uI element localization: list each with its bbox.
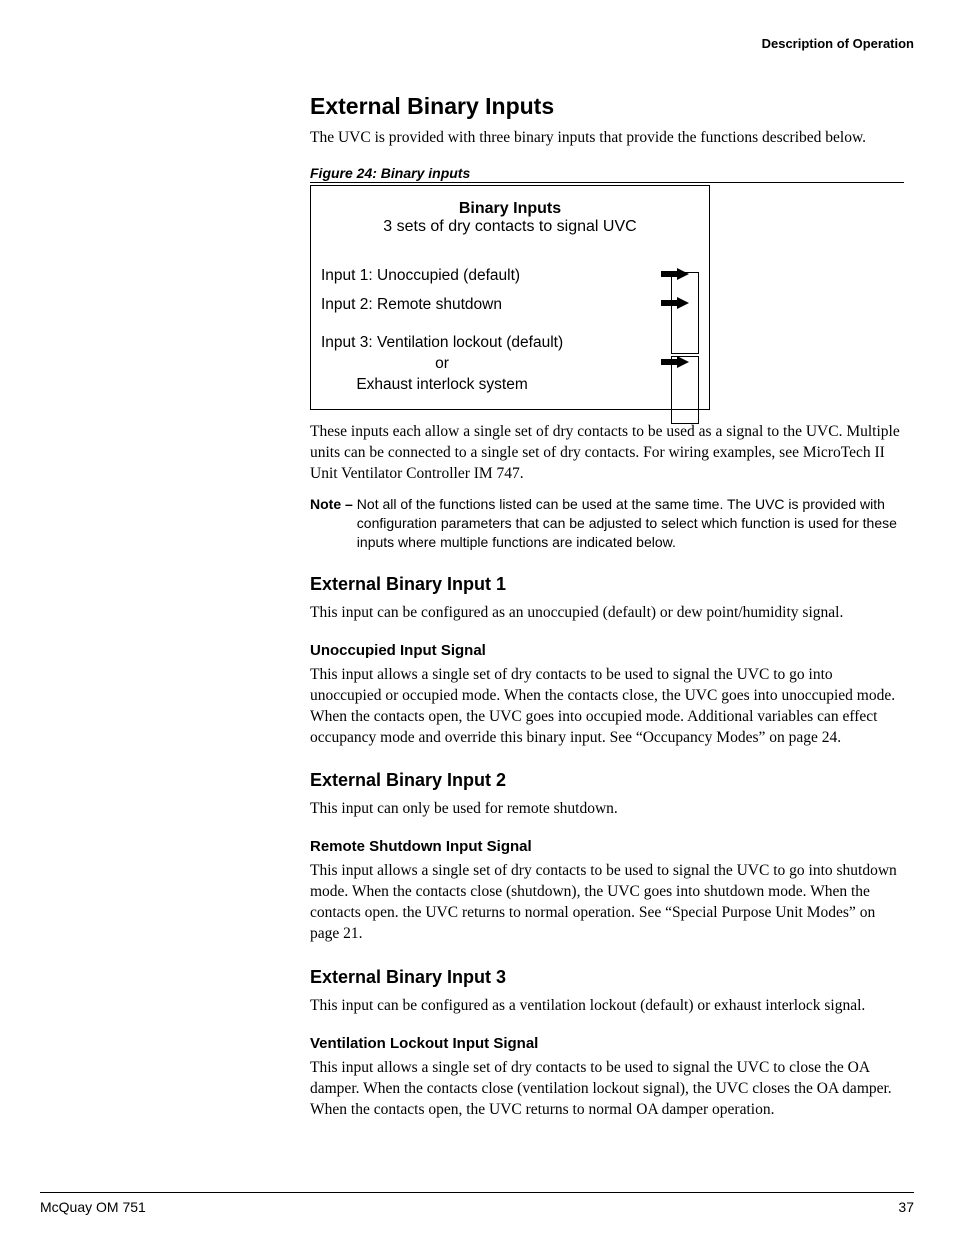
input3-line2: or <box>321 354 563 375</box>
input3-line3: Exhaust interlock system <box>321 375 563 396</box>
section-3-title: External Binary Input 3 <box>310 967 904 988</box>
diagram-input-1: Input 1: Unoccupied (default) <box>321 266 699 285</box>
input3-line1: Input 3: Ventilation lockout (default) <box>321 333 563 354</box>
binary-inputs-diagram: Binary Inputs 3 sets of dry contacts to … <box>310 185 710 411</box>
input3-label: Input 3: Ventilation lockout (default) o… <box>321 333 563 396</box>
uvc-box-top <box>671 272 699 354</box>
uvc-box-bottom <box>671 356 699 424</box>
figure-caption: Figure 24: Binary inputs <box>310 165 904 183</box>
footer-left: McQuay OM 751 <box>40 1199 146 1215</box>
section-3-sub-text: This input allows a single set of dry co… <box>310 1058 904 1121</box>
diagram-input-2: Input 2: Remote shutdown <box>321 295 699 314</box>
footer-right: 37 <box>898 1199 914 1215</box>
note-block: Note – Not all of the functions listed c… <box>310 495 904 552</box>
section-1-title: External Binary Input 1 <box>310 574 904 595</box>
section-2-sub-title: Remote Shutdown Input Signal <box>310 838 904 855</box>
diagram-input-3: Input 3: Ventilation lockout (default) o… <box>321 333 699 396</box>
input1-label: Input 1: Unoccupied (default) <box>321 266 520 285</box>
section-3-sub-title: Ventilation Lockout Input Signal <box>310 1035 904 1052</box>
section-2-title: External Binary Input 2 <box>310 770 904 791</box>
content-area: External Binary Inputs The UVC is provid… <box>310 51 904 1192</box>
note-text: Not all of the functions listed can be u… <box>357 495 904 552</box>
intro-paragraph: The UVC is provided with three binary in… <box>310 128 904 149</box>
section-2-intro: This input can only be used for remote s… <box>310 799 904 820</box>
page: Description of Operation External Binary… <box>0 0 954 1235</box>
section-2-sub-text: This input allows a single set of dry co… <box>310 861 904 945</box>
page-title: External Binary Inputs <box>310 93 904 120</box>
page-footer: McQuay OM 751 37 <box>40 1192 914 1215</box>
section-1-sub-text: This input allows a single set of dry co… <box>310 665 904 749</box>
note-label: Note – <box>310 495 357 552</box>
input2-label: Input 2: Remote shutdown <box>321 295 502 314</box>
section-1-sub-title: Unoccupied Input Signal <box>310 642 904 659</box>
section-1-intro: This input can be configured as an unocc… <box>310 603 904 624</box>
section-3-intro: This input can be configured as a ventil… <box>310 996 904 1017</box>
after-diagram-paragraph: These inputs each allow a single set of … <box>310 422 904 485</box>
diagram-title: Binary Inputs <box>321 200 699 218</box>
header-section: Description of Operation <box>40 36 914 51</box>
diagram-subtitle: 3 sets of dry contacts to signal UVC <box>321 218 699 236</box>
